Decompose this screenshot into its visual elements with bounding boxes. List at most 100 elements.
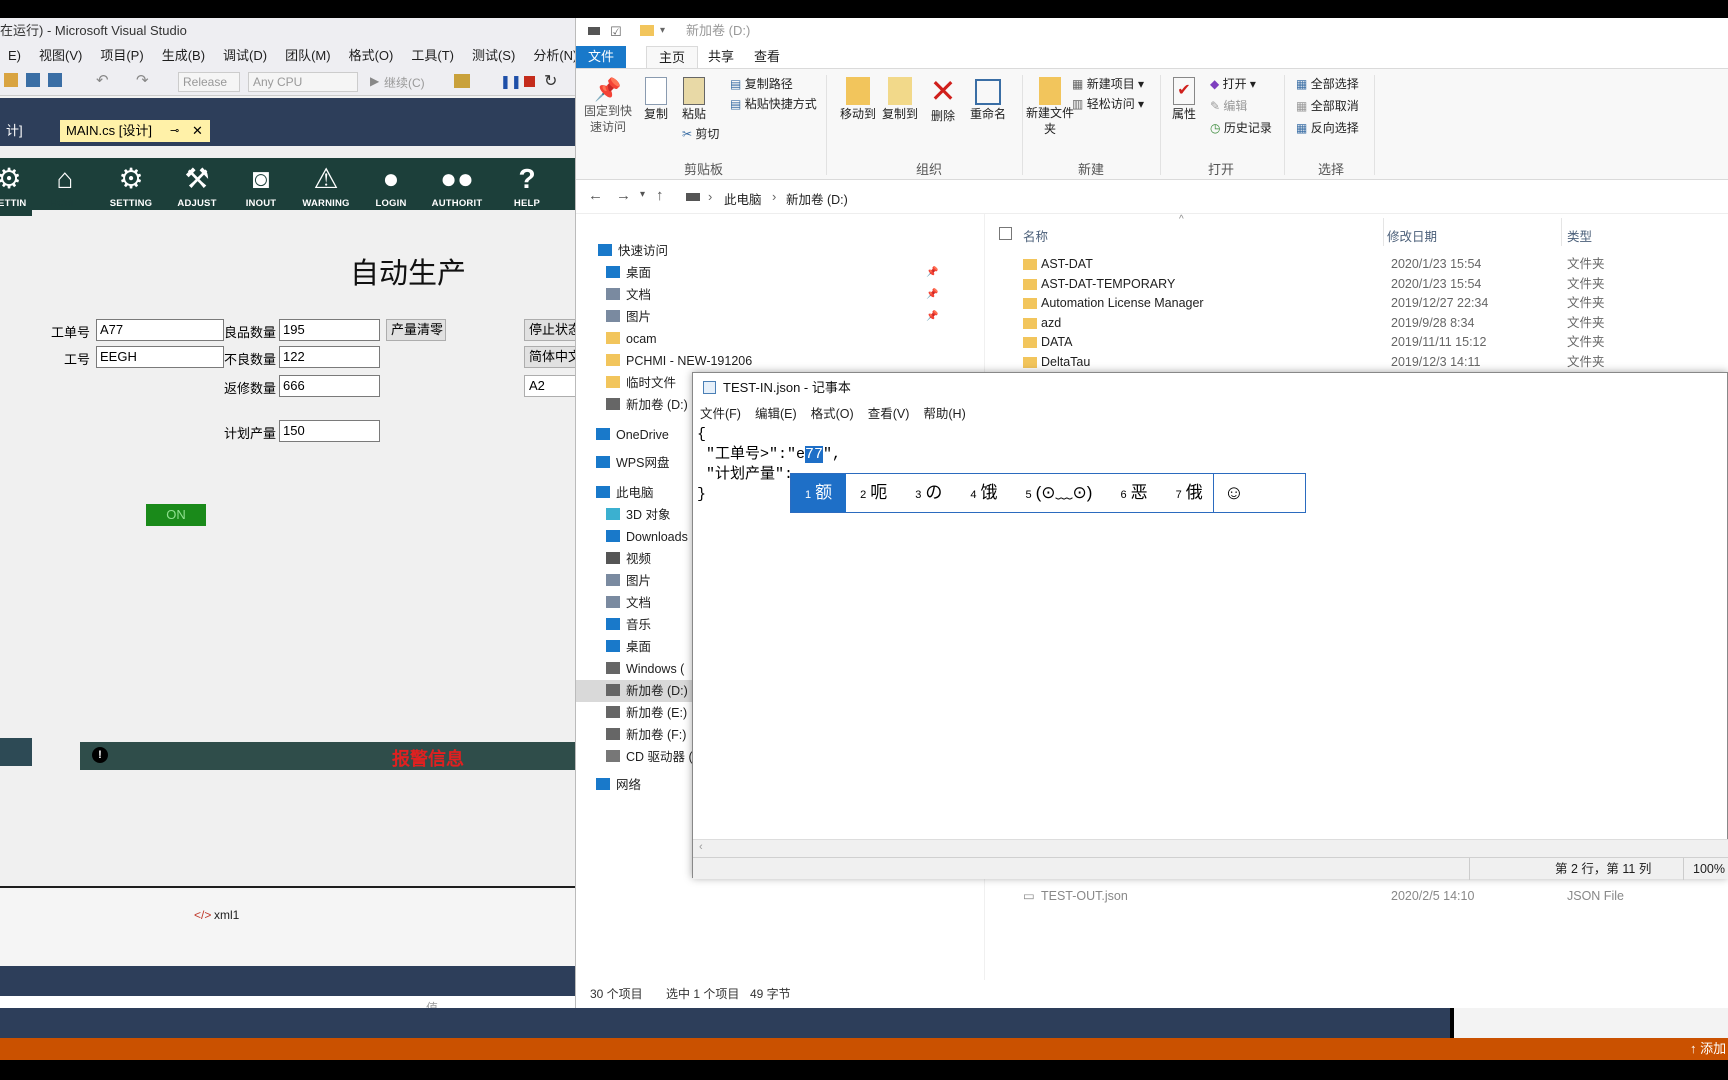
vs-menu-tools[interactable]: 工具(T) — [403, 44, 464, 68]
tab-design-left[interactable]: 计] — [0, 120, 29, 142]
nav-item[interactable]: 图片 📌 — [606, 306, 938, 328]
platform-select[interactable]: Any CPU — [248, 72, 358, 92]
vs-menu-debug[interactable]: 调试(D) — [215, 44, 277, 68]
vs-menu-team[interactable]: 团队(M) — [277, 44, 341, 68]
file-row[interactable]: azd 2019/9/28 8:34 文件夹 — [985, 313, 1728, 333]
np-menu-edit[interactable]: 编辑(E) — [748, 403, 804, 425]
vs-menu-build[interactable]: 生成(B) — [154, 44, 215, 68]
easy-access-button[interactable]: ▥ 轻松访问 ▾ — [1072, 95, 1144, 112]
stop-state-button[interactable]: 停止状态 — [524, 319, 575, 341]
np-menu-file[interactable]: 文件(F) — [693, 403, 748, 425]
vs-menu-edit[interactable]: E) — [0, 44, 31, 68]
breadcrumb-drive-d[interactable]: 新加卷 (D:) — [786, 189, 848, 208]
open-icon[interactable] — [4, 73, 18, 87]
invert-selection-button[interactable]: ▦ 反向选择 — [1296, 119, 1359, 136]
quick-access-dropdown-icon[interactable]: ▾ — [660, 18, 665, 44]
add-to-source-control[interactable]: ↑ 添加 — [1690, 1038, 1726, 1060]
close-icon[interactable]: ✕ — [192, 120, 203, 142]
hmi-btn-authority[interactable]: ●● AUTHORIT — [426, 158, 488, 210]
file-row-test-out[interactable]: ▭ TEST-OUT.json 2020/2/5 14:10 JSON File — [985, 886, 1728, 906]
xml-component[interactable]: xml1 — [214, 908, 239, 922]
nav-item[interactable]: 快速访问 — [598, 240, 668, 262]
pause-icon[interactable]: ❚❚ — [500, 74, 522, 90]
nav-item[interactable]: 新加卷 (D:) — [606, 394, 688, 416]
ime-candidate-6[interactable]: 6恶 — [1106, 474, 1161, 512]
ime-candidate-2[interactable]: 2呃 — [846, 474, 901, 512]
cut-button[interactable]: ✂ 剪切 — [682, 125, 719, 142]
select-all-checkbox[interactable] — [999, 227, 1012, 240]
nav-item[interactable]: 此电脑 — [596, 482, 654, 504]
stop-icon[interactable] — [524, 76, 535, 87]
nav-item[interactable]: PCHMI - NEW-191206 — [606, 350, 752, 372]
np-menu-view[interactable]: 查看(V) — [861, 403, 917, 425]
file-row[interactable]: DeltaTau 2019/12/3 14:11 文件夹 — [985, 352, 1728, 372]
nav-item[interactable]: 视频 — [606, 548, 651, 570]
hmi-btn-inout[interactable]: ◙ INOUT — [230, 158, 292, 210]
tab-main-design[interactable]: MAIN.cs [设计] ⊸ ✕ — [60, 120, 210, 142]
ime-candidate-5[interactable]: 5 (⊙﹏⊙) — [1012, 474, 1107, 512]
vs-menu-test[interactable]: 测试(S) — [464, 44, 525, 68]
hmi-btn-settin[interactable]: ⚙SETTIN — [0, 158, 32, 210]
file-row[interactable]: AST-DAT 2020/1/23 15:54 文件夹 — [985, 254, 1728, 274]
file-row[interactable]: DATA 2019/11/11 15:12 文件夹 — [985, 332, 1728, 352]
vs-menu-view[interactable]: 视图(V) — [31, 44, 92, 68]
nav-item[interactable]: 临时文件 — [606, 372, 676, 394]
properties-button[interactable]: ✔ 属性 — [1166, 75, 1202, 122]
pin-icon[interactable]: ⊸ — [170, 120, 179, 142]
hmi-btn-login[interactable]: ● LOGIN — [360, 158, 422, 210]
config-select[interactable]: Release — [178, 72, 240, 92]
continue-button[interactable]: 继续(C) — [384, 74, 425, 91]
hmi-btn-warning[interactable]: ⚠ WARNING — [295, 158, 357, 210]
hmi-btn-adjust[interactable]: ⚒ ADJUST — [166, 158, 228, 210]
nav-item[interactable]: 桌面 — [606, 636, 651, 658]
nav-item[interactable]: 图片 — [606, 570, 651, 592]
nav-item[interactable]: 新加卷 (D:) — [576, 680, 696, 702]
nav-item[interactable]: 桌面 📌 — [606, 262, 938, 284]
nav-item[interactable]: Downloads — [606, 526, 688, 548]
ime-candidate-7[interactable]: 7俄 — [1162, 474, 1213, 512]
nav-item[interactable]: 文档 — [606, 592, 651, 614]
nav-item[interactable]: 文档 📌 — [606, 284, 938, 306]
clear-output-button[interactable]: 产量清零 — [386, 319, 446, 341]
nav-item[interactable]: WPS网盘 — [596, 452, 669, 474]
new-folder-button[interactable]: 新建文件夹 — [1026, 75, 1074, 137]
new-item-button[interactable]: ▦ 新建项目 ▾ — [1072, 75, 1144, 92]
work-order-input[interactable]: A77 — [96, 319, 224, 341]
nav-item[interactable]: Windows ( — [606, 658, 684, 680]
forward-icon[interactable]: → — [616, 187, 631, 204]
file-row[interactable]: Automation License Manager 2019/12/27 22:… — [985, 293, 1728, 313]
checkbox-icon[interactable]: ☑ — [610, 19, 622, 45]
copy-to-button[interactable]: 复制到 — [880, 75, 920, 122]
select-all-button[interactable]: ▦ 全部选择 — [1296, 75, 1359, 92]
np-menu-format[interactable]: 格式(O) — [804, 403, 861, 425]
save-all-icon[interactable] — [48, 73, 62, 87]
restart-icon[interactable]: ↻ — [544, 71, 557, 91]
language-select[interactable]: 简体中文 — [524, 346, 575, 368]
move-to-button[interactable]: 移动到 — [838, 75, 878, 122]
recent-dropdown-icon[interactable]: ▾ — [640, 189, 645, 200]
hmi-btn-setting[interactable]: ⚙ SETTING — [100, 158, 162, 210]
pin-icon[interactable]: 📌 — [926, 262, 938, 284]
tab-view[interactable]: 查看 — [742, 46, 792, 68]
pin-quick-access-button[interactable]: 📌 固定到快速访问 — [582, 75, 632, 141]
pin-icon[interactable]: 📌 — [926, 284, 938, 306]
history-button[interactable]: ◷ 历史记录 — [1210, 119, 1272, 136]
nav-item[interactable]: OneDrive — [596, 424, 669, 446]
vs-menu-project[interactable]: 项目(P) — [92, 44, 153, 68]
tab-home[interactable]: 主页 — [646, 46, 699, 68]
ime-candidate-1[interactable]: 1额 — [791, 474, 847, 512]
scroll-left-icon[interactable]: ‹ — [699, 841, 703, 853]
tab-file[interactable]: 文件 — [576, 46, 627, 68]
back-icon[interactable]: ← — [588, 187, 603, 204]
hmi-btn-help[interactable]: ? HELP — [496, 158, 558, 210]
nav-item[interactable]: 新加卷 (E:) — [606, 702, 687, 724]
horizontal-scrollbar[interactable]: ‹ — [693, 839, 1728, 857]
nav-item[interactable]: 新加卷 (F:) — [606, 724, 686, 746]
breadcrumb-this-pc[interactable]: 此电脑 — [724, 189, 762, 208]
tab-share[interactable]: 共享 — [696, 46, 746, 68]
vs-menu-format[interactable]: 格式(O) — [341, 44, 404, 68]
column-modified[interactable]: 修改日期 — [1387, 226, 1437, 245]
nav-item[interactable]: CD 驱动器 ( — [606, 746, 693, 768]
edit-button[interactable]: ✎ 编辑 — [1210, 97, 1247, 114]
nav-item[interactable]: 3D 对象 — [606, 504, 670, 526]
